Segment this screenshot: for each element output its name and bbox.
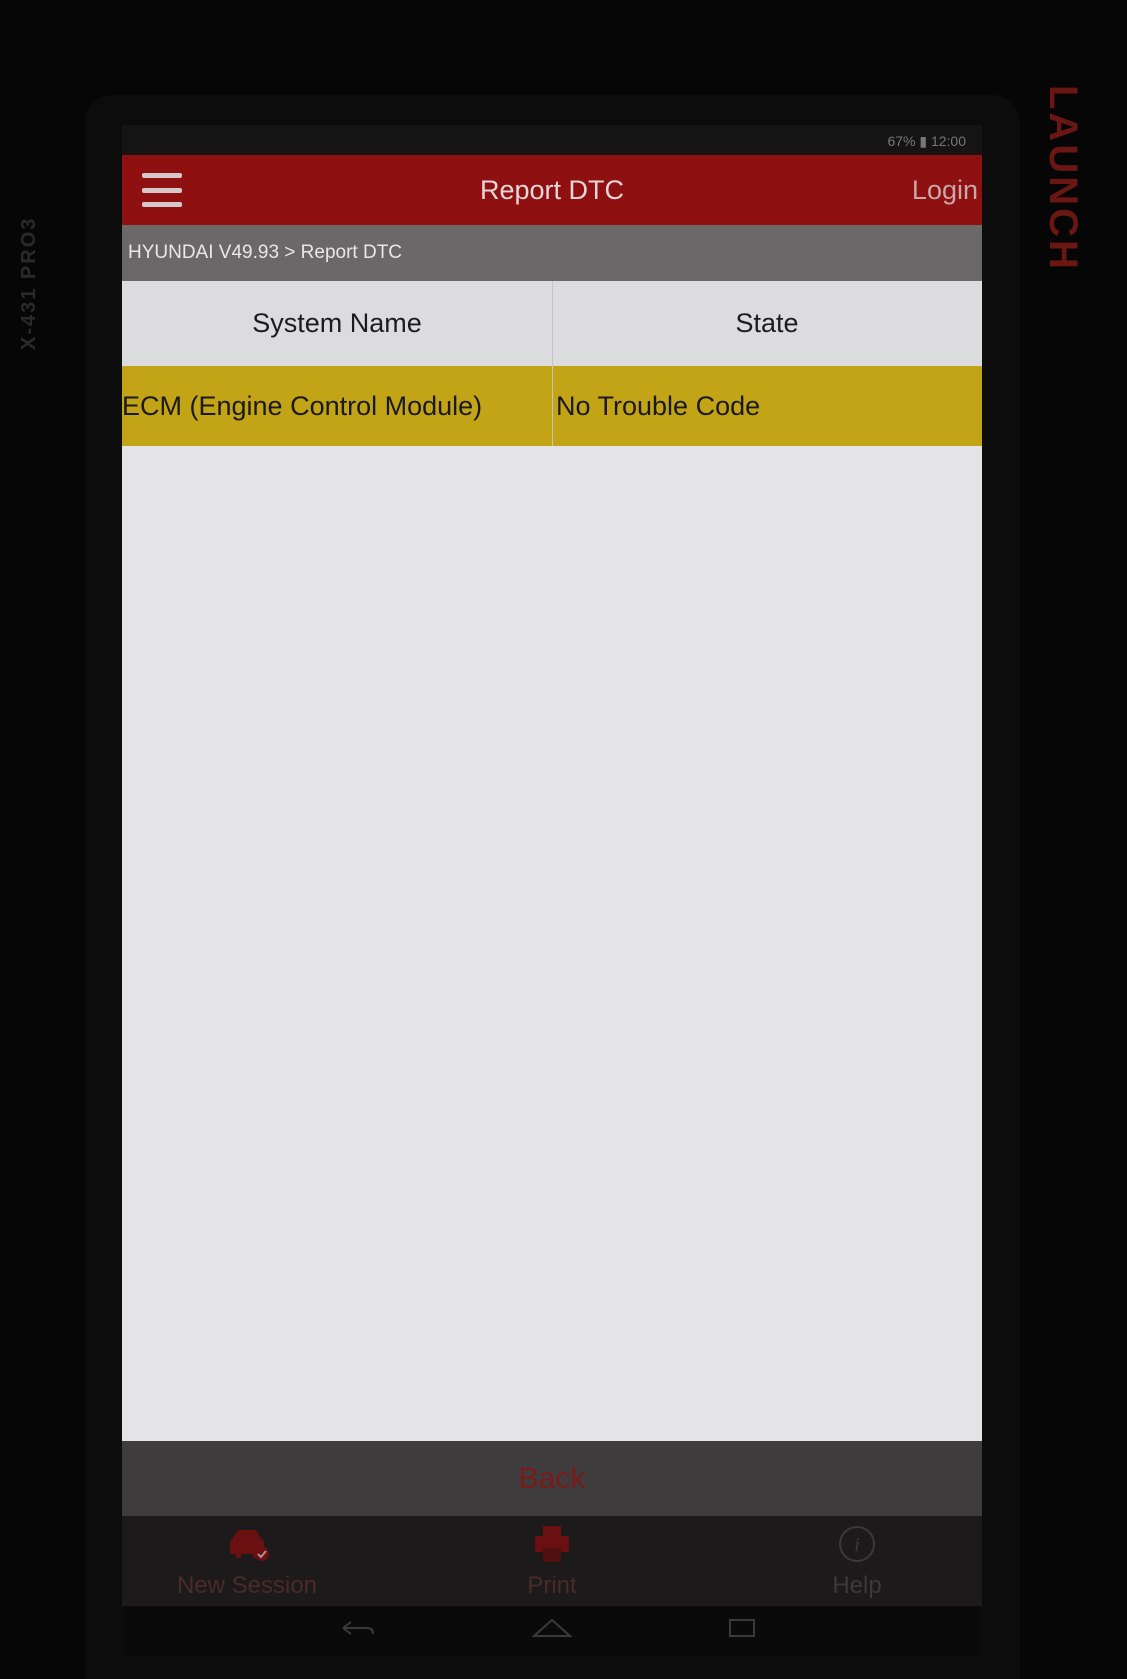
new-session-label: New Session <box>176 1572 318 1599</box>
app-bar: Report DTC Login <box>122 155 982 225</box>
print-button[interactable]: Print <box>427 1516 677 1606</box>
device-brand-label: LAUNCH <box>1041 85 1085 272</box>
device-screen: 67% ▮ 12:00 Report DTC Login HYUNDAI V49… <box>122 125 982 1655</box>
new-session-button[interactable]: New Session <box>122 1516 372 1606</box>
report-table: System Name State ECM (Engine Control Mo… <box>122 281 982 1441</box>
back-button[interactable]: Back <box>519 1462 586 1495</box>
back-nav-icon[interactable] <box>337 1616 377 1640</box>
android-nav-bar <box>122 1606 982 1655</box>
recents-nav-icon[interactable] <box>722 1616 762 1640</box>
car-check-icon <box>230 1530 269 1561</box>
login-button[interactable]: Login <box>912 175 978 206</box>
printer-icon <box>535 1526 569 1562</box>
info-icon: i <box>839 1526 875 1562</box>
cell-state: No Trouble Code <box>556 391 761 421</box>
help-button[interactable]: i Help <box>732 1516 982 1606</box>
home-nav-icon[interactable] <box>530 1616 574 1640</box>
print-label: Print <box>527 1572 577 1599</box>
breadcrumb: HYUNDAI V49.93 > Report DTC <box>122 225 982 281</box>
page-title: Report DTC <box>479 175 625 205</box>
device-model-label: X-431 PRO3 <box>18 216 40 350</box>
status-bar: 67% ▮ 12:00 <box>122 125 982 155</box>
column-divider <box>552 281 553 446</box>
cell-system-name: ECM (Engine Control Module) <box>122 391 483 421</box>
bottom-toolbar: New Session Print i Help <box>122 1516 982 1606</box>
status-text: 67% ▮ 12:00 <box>887 133 966 149</box>
help-label: Help <box>832 1572 882 1599</box>
svg-text:i: i <box>854 1534 860 1556</box>
back-bar: Back <box>122 1441 982 1516</box>
column-header-state: State <box>735 308 799 338</box>
column-header-system-name: System Name <box>252 308 422 338</box>
